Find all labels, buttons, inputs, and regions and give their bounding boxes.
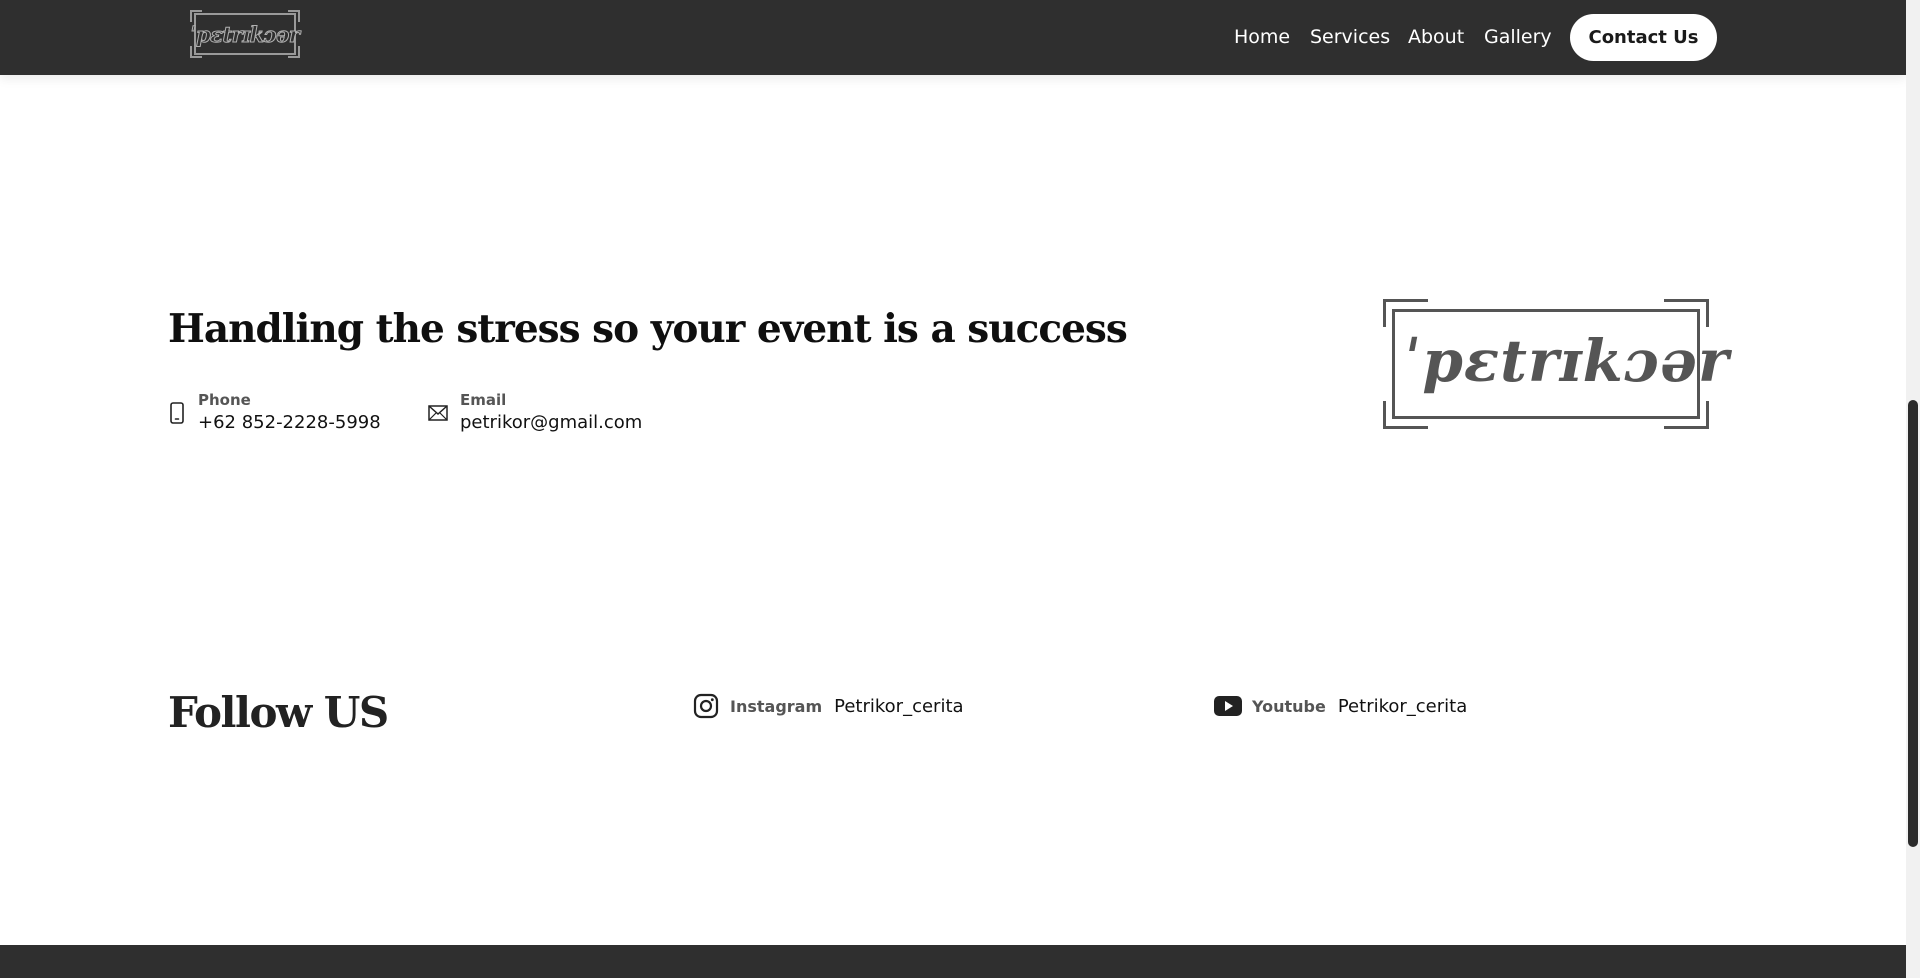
phone-value: +62 852-2228-5998 — [198, 412, 381, 433]
nav-services[interactable]: Services — [1310, 26, 1390, 48]
youtube-label: Youtube — [1252, 696, 1326, 716]
email-label: Email — [460, 391, 507, 409]
nav-gallery[interactable]: Gallery — [1484, 26, 1552, 48]
phone-label: Phone — [198, 391, 251, 409]
nav-about[interactable]: About — [1408, 26, 1464, 48]
scrollbar-thumb[interactable] — [1908, 400, 1918, 847]
contact-us-button[interactable]: Contact Us — [1570, 14, 1717, 61]
logo-corner — [288, 10, 300, 22]
phone-text: Phone +62 852-2228-5998 — [198, 392, 381, 435]
phone-contact[interactable]: Phone +62 852-2228-5998 — [168, 392, 381, 435]
follow-title: Follow US — [168, 688, 389, 737]
logo-corner — [190, 10, 202, 22]
email-text: Email petrikor@gmail.com — [460, 392, 642, 435]
brand-logo: ˈpɛtrɪkɔər — [1383, 299, 1730, 429]
header-logo-text: ˈpɛtrɪkɔər — [190, 21, 300, 47]
instagram-link[interactable]: Instagram Petrikor_cerita — [692, 692, 964, 720]
email-value: petrikor@gmail.com — [460, 412, 643, 433]
logo-corner — [288, 46, 300, 58]
youtube-icon — [1214, 692, 1242, 720]
youtube-handle: Petrikor_cerita — [1337, 695, 1468, 717]
nav-home[interactable]: Home — [1234, 26, 1290, 48]
instagram-label: Instagram — [730, 696, 823, 716]
phone-icon — [168, 401, 186, 425]
site-header: ˈpɛtrɪkɔər Home Services About Gallery C… — [0, 0, 1906, 75]
logo-corner — [190, 46, 202, 58]
mail-icon — [428, 401, 448, 425]
youtube-link[interactable]: Youtube Petrikor_cerita — [1214, 692, 1467, 720]
brand-logo-corner — [1664, 401, 1709, 429]
brand-logo-text: ˈpɛtrɪkɔər — [1405, 327, 1730, 395]
header-logo[interactable]: ˈpɛtrɪkɔər — [190, 10, 300, 58]
email-contact[interactable]: Email petrikor@gmail.com — [428, 392, 642, 435]
footer — [0, 945, 1906, 978]
instagram-handle: Petrikor_cerita — [834, 695, 964, 717]
hero-headline: Handling the stress so your event is a s… — [168, 306, 1128, 352]
brand-logo-corner — [1383, 401, 1428, 429]
instagram-icon — [692, 692, 720, 720]
